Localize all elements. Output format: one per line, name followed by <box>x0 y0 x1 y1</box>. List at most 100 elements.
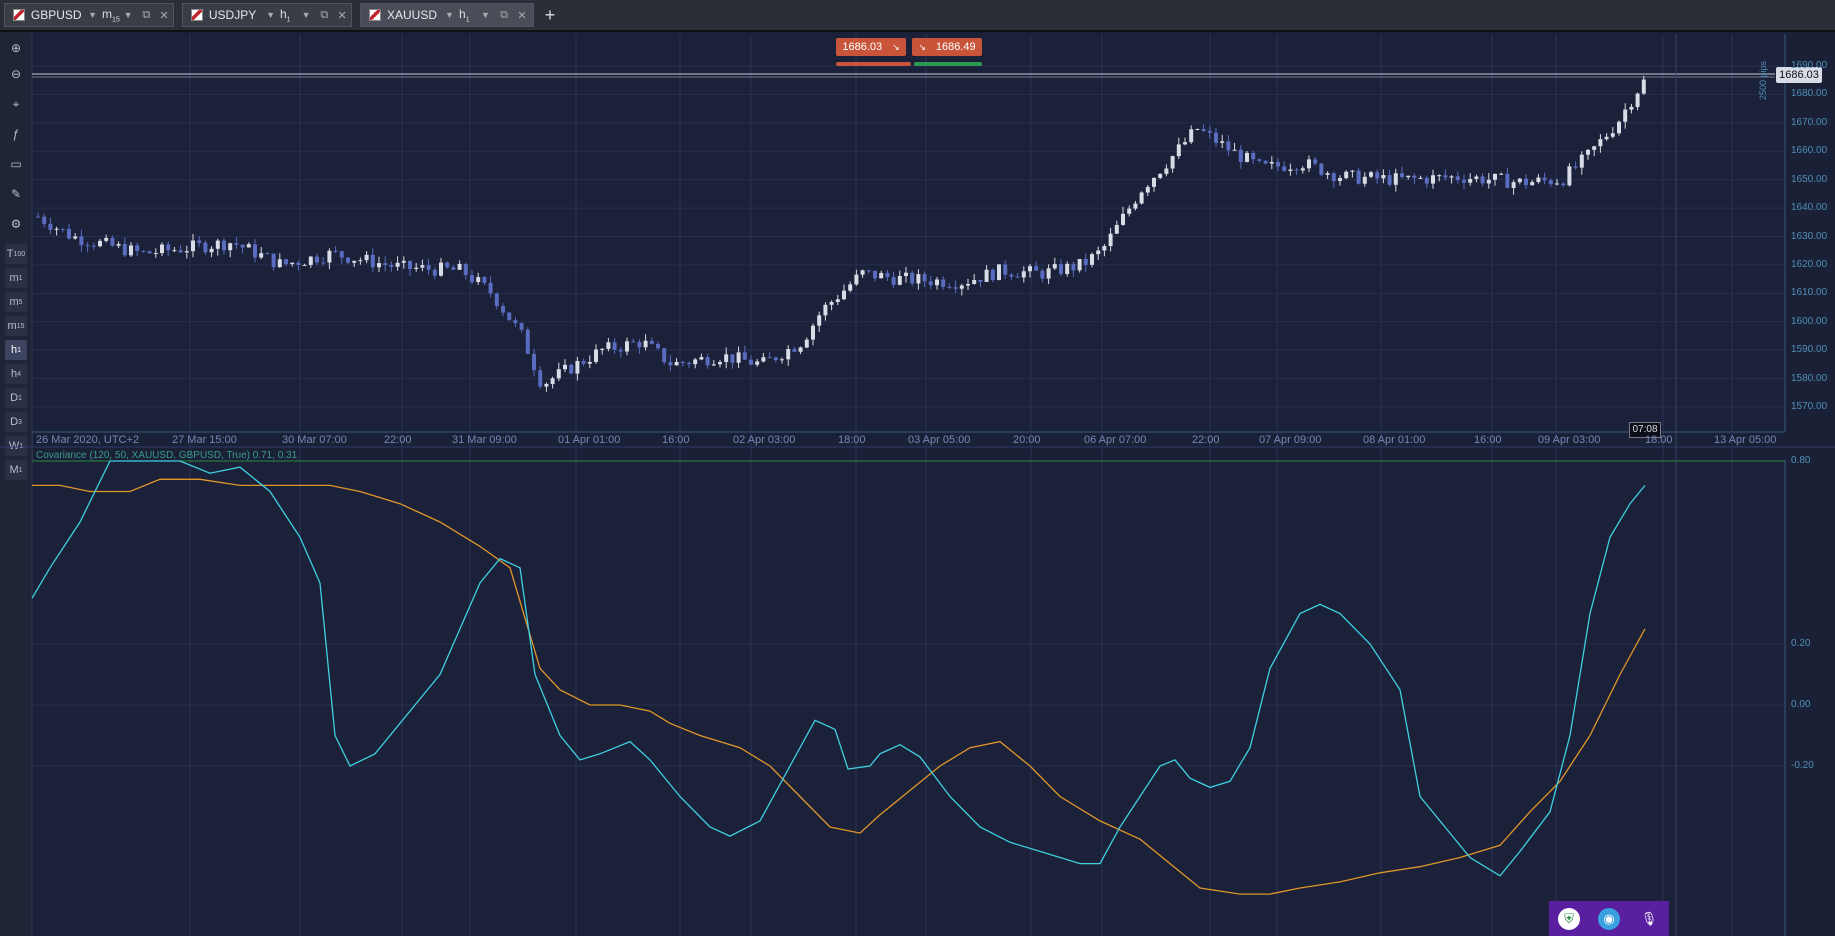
candle-body <box>346 257 350 263</box>
candle-body <box>1424 177 1429 184</box>
candle-body <box>457 263 462 270</box>
candle-body <box>253 244 257 258</box>
candle-body <box>1028 266 1032 272</box>
buy-button[interactable]: ↘ 1686.49 <box>912 38 982 56</box>
candle-body <box>246 244 251 248</box>
candle-body <box>1046 268 1051 279</box>
candle-body <box>42 216 47 224</box>
candle-body <box>575 360 580 374</box>
candle-body <box>1257 159 1262 161</box>
system-tray: ⛨ ◉ 🎙 <box>1549 901 1669 936</box>
candle-body <box>160 244 164 254</box>
price-chart[interactable] <box>0 0 1835 936</box>
candle-body <box>507 312 512 321</box>
candle-body <box>1387 175 1392 185</box>
candle-body <box>1269 162 1274 164</box>
sell-button[interactable]: 1686.03 ↘ <box>836 38 906 56</box>
candle-body <box>1338 178 1342 181</box>
candle-body <box>1486 179 1491 184</box>
candle-body <box>401 260 406 263</box>
candle-body <box>1393 173 1398 185</box>
candle-body <box>1350 170 1355 172</box>
candle-body <box>1344 171 1349 179</box>
candle-body <box>1567 166 1572 186</box>
y-tick-label: 1640.00 <box>1791 202 1828 214</box>
y-tick-label: 1670.00 <box>1791 116 1828 128</box>
candle-body <box>848 284 853 291</box>
candle-body <box>1021 271 1026 278</box>
candle-body <box>1176 144 1181 157</box>
x-tick-label: 26 Mar 2020, UTC+2 <box>36 434 140 446</box>
candle-body <box>990 269 995 281</box>
candle-body <box>1468 178 1473 183</box>
candle-body <box>1059 264 1063 275</box>
candle-body <box>1319 163 1324 175</box>
candle-body <box>829 302 834 305</box>
candle-body <box>1641 79 1646 94</box>
candle-body <box>916 274 921 284</box>
candle-body <box>1635 93 1640 107</box>
candle-body <box>1573 166 1578 168</box>
candle-body <box>1077 259 1082 271</box>
candle-body <box>1307 159 1311 169</box>
indicator-panel <box>32 460 1785 936</box>
candle-body <box>308 256 313 265</box>
candle-body <box>947 286 952 288</box>
candle-body <box>1114 224 1119 234</box>
candle-body <box>798 347 803 352</box>
candle-body <box>928 281 933 286</box>
browser-icon[interactable]: ◉ <box>1598 907 1620 930</box>
candle-body <box>1331 173 1336 181</box>
candle-body <box>91 245 96 247</box>
indicator-y-tick-label: -0.20 <box>1791 760 1814 771</box>
candle-body <box>377 263 381 268</box>
candle-body <box>1362 176 1367 184</box>
indicator-y-tick-label: 0.80 <box>1791 455 1811 466</box>
candle-body <box>1400 173 1404 178</box>
candle-body <box>966 283 970 286</box>
candle-body <box>265 253 270 255</box>
candle-body <box>674 361 679 366</box>
candle-body <box>1288 169 1293 171</box>
candle-body <box>470 275 474 282</box>
candle-body <box>1108 233 1113 247</box>
x-tick-label: 20:00 <box>1013 434 1041 446</box>
candle-body <box>1369 172 1373 177</box>
candle-body <box>1375 172 1380 179</box>
candle-body <box>1195 129 1200 131</box>
candle-body <box>1579 154 1584 168</box>
candle-body <box>315 256 319 263</box>
candle-body <box>85 245 90 247</box>
candle-body <box>296 262 301 266</box>
candle-body <box>668 362 673 366</box>
candle-body <box>228 243 233 251</box>
candle-body <box>327 250 332 263</box>
candle-body <box>680 361 685 364</box>
shield-icon[interactable]: ⛨ <box>1558 907 1580 930</box>
candle-body <box>494 293 499 307</box>
candle-body <box>544 383 549 387</box>
candle-body <box>451 267 456 270</box>
candle-body <box>1530 181 1535 186</box>
x-tick-label: 22:00 <box>384 434 412 446</box>
candle-body <box>1071 263 1076 271</box>
candle-body <box>563 364 567 370</box>
indicator-label: Covariance (120, 50, XAUUSD, GBPUSD, Tru… <box>36 450 298 461</box>
candle-body <box>271 253 276 268</box>
buy-arrow-icon: ↘ <box>918 41 926 52</box>
candle-body <box>1238 149 1243 162</box>
candle-body <box>73 236 78 239</box>
microphone-icon[interactable]: 🎙 <box>1638 908 1660 930</box>
x-tick-label: 30 Mar 07:00 <box>282 434 347 446</box>
candle-body <box>432 269 437 276</box>
candle-body <box>761 357 766 362</box>
candle-body <box>1325 173 1330 175</box>
indicator-y-tick-label: 0.00 <box>1791 699 1811 710</box>
candle-body <box>1592 146 1597 150</box>
candle-body <box>333 250 338 252</box>
candle-body <box>1617 121 1621 134</box>
candle-body <box>873 270 877 279</box>
x-tick-label: 08 Apr 01:00 <box>1363 434 1426 446</box>
candle-body <box>1226 141 1231 151</box>
candle-body <box>488 282 493 294</box>
